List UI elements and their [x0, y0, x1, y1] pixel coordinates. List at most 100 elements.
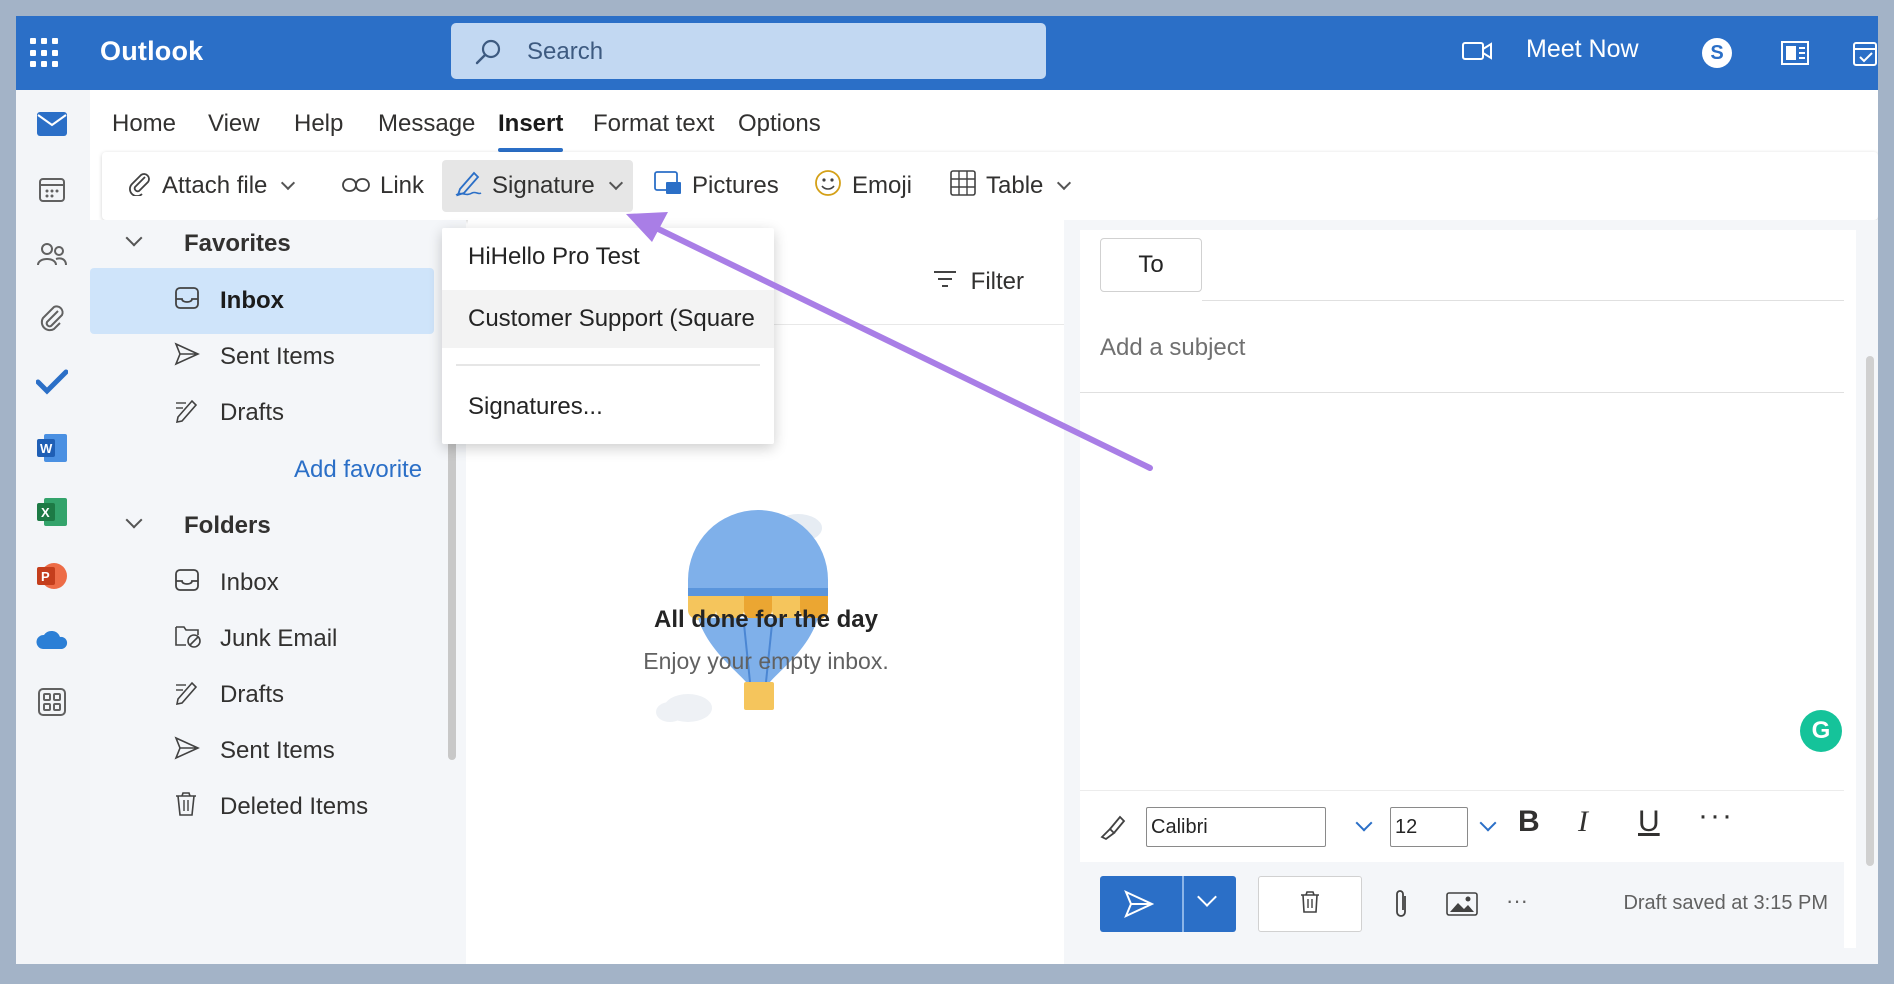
insert-picture-icon[interactable] [1446, 892, 1478, 921]
folder-deleted-items[interactable]: Deleted Items [90, 774, 434, 840]
tab-message[interactable]: Message [378, 110, 475, 138]
attach-file-button[interactable]: Attach file [128, 152, 296, 220]
tab-format-text[interactable]: Format text [593, 110, 714, 138]
pictures-button[interactable]: Pictures [654, 152, 779, 220]
signature-button[interactable]: Signature [442, 160, 633, 212]
format-painter-icon[interactable] [1098, 811, 1128, 846]
send-icon [1124, 890, 1155, 923]
signature-menu: HiHello Pro Test Customer Support (Squar… [442, 228, 774, 444]
link-icon [342, 172, 370, 200]
draft-status: Draft saved at 3:15 PM [1623, 892, 1828, 914]
svg-text:W: W [40, 441, 53, 456]
divider [1202, 300, 1844, 301]
send-icon [174, 735, 200, 767]
underline-button[interactable]: U [1638, 805, 1660, 839]
smiley-icon [814, 169, 842, 204]
chevron-down-icon [1057, 175, 1072, 191]
favorite-drafts[interactable]: Drafts [90, 380, 434, 446]
italic-button[interactable]: I [1578, 805, 1588, 839]
subject-input[interactable]: Add a subject [1100, 334, 1245, 362]
chevron-down-icon [281, 175, 296, 191]
trash-icon [174, 791, 198, 824]
empty-state-title: All done for the day [653, 606, 878, 633]
tab-view[interactable]: View [208, 110, 260, 138]
bold-button[interactable]: B [1518, 805, 1540, 839]
chevron-down-icon[interactable] [1355, 814, 1373, 832]
junk-folder-icon [174, 623, 202, 656]
powerpoint-icon[interactable]: P [32, 556, 72, 596]
more-formatting-button[interactable]: ··· [1698, 799, 1734, 833]
emoji-label: Emoji [852, 172, 913, 199]
pictures-label: Pictures [692, 172, 779, 199]
top-bar: Outlook Search Meet Now S [16, 16, 1878, 90]
divider [1080, 392, 1844, 393]
filter-label: Filter [970, 268, 1024, 295]
chevron-down-icon[interactable] [1479, 814, 1497, 832]
office-apps-icon[interactable] [1780, 38, 1810, 73]
excel-icon[interactable]: X [32, 492, 72, 532]
compose-pane: To Add a subject G Calibri 12 B I U ··· [1080, 230, 1856, 948]
grammarly-icon[interactable]: G [1800, 710, 1842, 752]
signature-label: Signature [492, 172, 595, 199]
signature-option[interactable]: Customer Support (Square [442, 290, 774, 348]
tab-insert[interactable]: Insert [498, 110, 564, 152]
word-icon[interactable]: W [32, 428, 72, 468]
divider [456, 364, 760, 366]
manage-signatures-option[interactable]: Signatures... [442, 378, 774, 436]
onedrive-icon[interactable] [32, 620, 72, 660]
drafts-pencil-icon [174, 679, 200, 712]
todo-icon[interactable] [32, 362, 72, 402]
send-icon [174, 341, 200, 373]
people-icon[interactable] [32, 234, 72, 274]
chevron-down-icon [125, 229, 143, 247]
calendar-check-icon[interactable] [1852, 38, 1878, 73]
apps-icon[interactable] [32, 682, 72, 722]
format-toolbar: Calibri 12 B I U ··· [1080, 790, 1844, 862]
emoji-button[interactable]: Emoji [814, 152, 912, 220]
app-launcher-icon[interactable] [30, 38, 60, 68]
link-label: Link [380, 172, 425, 199]
svg-text:P: P [41, 569, 50, 584]
ribbon-tabs: Home View Help Message Insert Format tex… [90, 90, 1878, 152]
send-bar: ··· Draft saved at 3:15 PM [1080, 862, 1844, 948]
search-icon [473, 37, 503, 72]
link-button[interactable]: Link [342, 152, 424, 220]
video-camera-icon[interactable] [1462, 40, 1492, 67]
attach-icon[interactable] [32, 298, 72, 338]
app-rail: W X P [16, 90, 90, 964]
folder-pane: Favorites Inbox Sent Items Drafts Add fa… [90, 220, 466, 964]
drafts-pencil-icon [174, 397, 200, 430]
trash-icon [1299, 890, 1321, 919]
meet-now-button[interactable]: Meet Now [1526, 35, 1639, 64]
search-input[interactable]: Search [527, 38, 603, 66]
insert-toolbar: Attach file Link Signature Pictures Emoj… [102, 152, 1878, 220]
search-box[interactable]: Search [451, 23, 1046, 79]
paperclip-icon [128, 170, 152, 203]
chevron-down-icon[interactable] [1197, 887, 1217, 907]
signature-option[interactable]: HiHello Pro Test [442, 228, 774, 286]
to-button[interactable]: To [1100, 238, 1202, 292]
chevron-down-icon [125, 511, 143, 529]
font-family-select[interactable]: Calibri [1146, 807, 1326, 847]
tab-options[interactable]: Options [738, 110, 821, 138]
send-button[interactable] [1100, 876, 1236, 932]
mail-icon[interactable] [32, 104, 72, 144]
add-favorite-link[interactable]: Add favorite [294, 456, 422, 484]
app-title: Outlook [100, 36, 204, 66]
filter-button[interactable]: Filter [933, 268, 1024, 296]
signature-pen-icon [454, 169, 482, 204]
more-options-icon[interactable]: ··· [1506, 888, 1528, 914]
svg-text:X: X [41, 505, 50, 520]
outlook-window: Outlook Search Meet Now S W X P Home Vie… [16, 16, 1878, 964]
tab-home[interactable]: Home [112, 110, 176, 138]
font-size-select[interactable]: 12 [1390, 807, 1468, 847]
calendar-icon[interactable] [32, 170, 72, 210]
table-button[interactable]: Table [950, 152, 1072, 220]
tab-help[interactable]: Help [294, 110, 343, 138]
attach-file-label: Attach file [162, 172, 268, 199]
compose-scrollbar[interactable] [1866, 356, 1874, 866]
skype-icon[interactable]: S [1702, 38, 1732, 68]
filter-icon [933, 268, 957, 296]
discard-button[interactable] [1258, 876, 1362, 932]
attach-icon[interactable] [1392, 888, 1410, 925]
